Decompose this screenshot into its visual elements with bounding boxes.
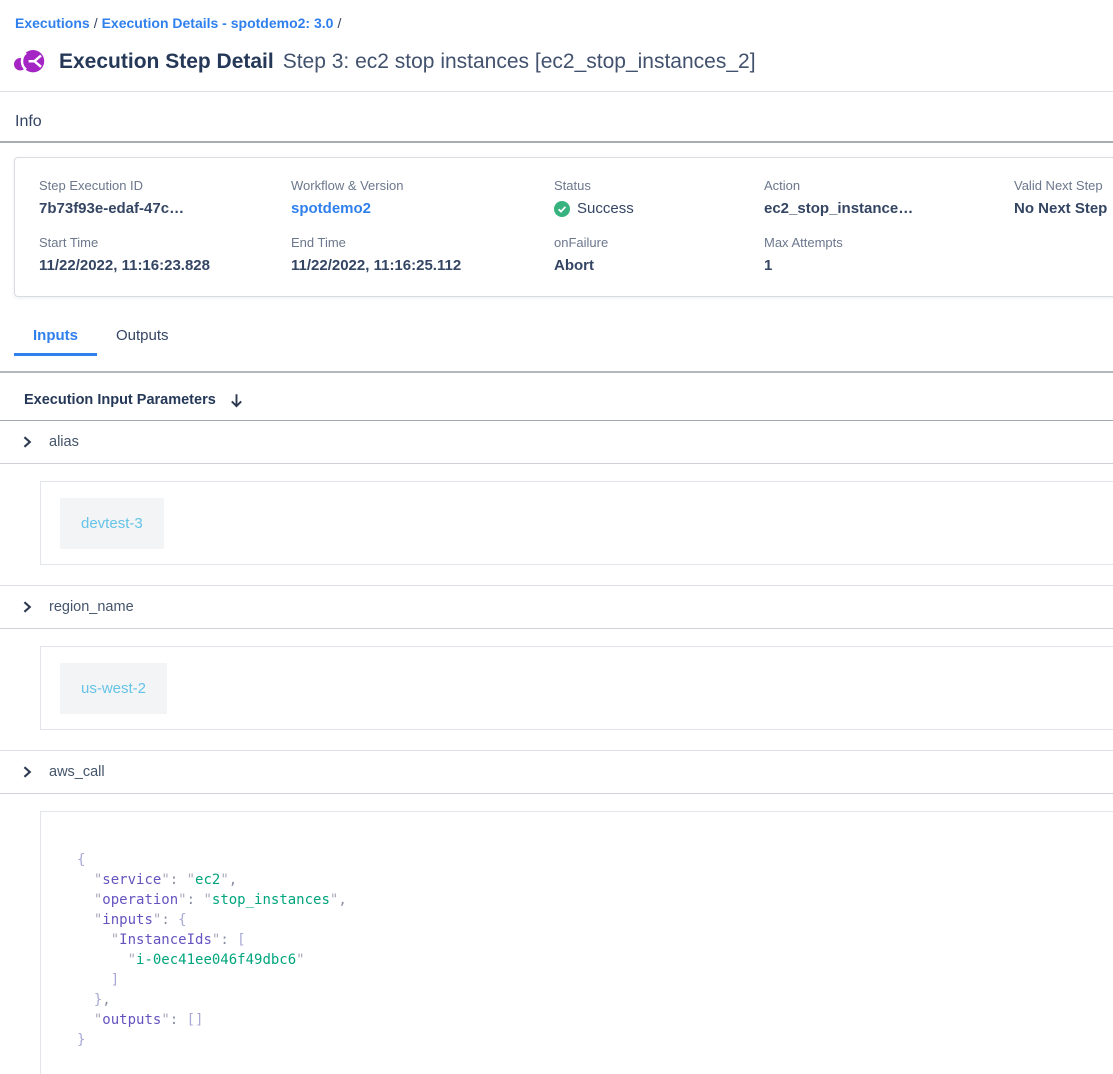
tab-bar: Inputs Outputs	[14, 319, 1113, 356]
info-field-start-time: Start Time 11/22/2022, 11:16:23.828	[39, 235, 291, 274]
info-field-workflow-version: Workflow & Version spotdemo2	[291, 178, 554, 217]
breadcrumb-link-executions[interactable]: Executions	[15, 15, 90, 31]
code-box: { "service": "ec2", "operation": "stop_i…	[40, 811, 1113, 1074]
breadcrumb-link-execution-details[interactable]: Execution Details - spotdemo2: 3.0	[102, 15, 334, 31]
field-value: 11/22/2022, 11:16:25.112	[291, 257, 554, 274]
info-field-max-attempts: Max Attempts 1	[764, 235, 1014, 274]
param-value-aws-call: { "service": "ec2", "operation": "stop_i…	[0, 794, 1113, 1074]
value-box: us-west-2	[40, 646, 1113, 730]
value-box: devtest-3	[40, 481, 1113, 565]
field-value: No Next Step	[1014, 200, 1113, 217]
param-value-region-name: us-west-2	[0, 629, 1113, 750]
execution-input-parameters-label: Execution Input Parameters	[24, 392, 216, 408]
divider	[0, 141, 1113, 143]
page-title-row: Execution Step Detail Step 3: ec2 stop in…	[14, 48, 1113, 76]
param-name: alias	[49, 434, 79, 450]
info-field-step-execution-id: Step Execution ID 7b73f93e-edaf-47c…	[39, 178, 291, 217]
info-field-onfailure: onFailure Abort	[554, 235, 764, 274]
param-name: region_name	[49, 599, 134, 615]
param-section-region-name[interactable]: region_name	[0, 586, 1113, 628]
info-field-end-time: End Time 11/22/2022, 11:16:25.112	[291, 235, 554, 274]
info-card: Step Execution ID 7b73f93e-edaf-47c… Wor…	[14, 157, 1113, 297]
arrow-down-icon[interactable]	[229, 393, 244, 408]
field-value: 7b73f93e-edaf-47c…	[39, 200, 291, 217]
execution-input-parameters-header: Execution Input Parameters	[24, 392, 1113, 408]
tab-outputs[interactable]: Outputs	[97, 319, 188, 356]
page-title-subtitle: Step 3: ec2 stop instances [ec2_stop_ins…	[283, 50, 756, 73]
workflow-logo-icon	[14, 48, 45, 76]
field-label: Step Execution ID	[39, 178, 291, 193]
json-code-block: { "service": "ec2", "operation": "stop_i…	[77, 850, 1113, 1050]
info-field-status: Status Success	[554, 178, 764, 217]
field-value: 1	[764, 257, 1014, 274]
breadcrumb: Executions/Execution Details - spotdemo2…	[15, 15, 1113, 31]
chevron-right-icon[interactable]	[21, 601, 33, 613]
breadcrumb-separator: /	[333, 15, 345, 31]
value-chip: us-west-2	[60, 663, 167, 714]
field-value: Abort	[554, 257, 764, 274]
info-field-valid-next-step: Valid Next Step No Next Step	[1014, 178, 1113, 217]
success-check-icon	[554, 201, 570, 217]
divider	[0, 371, 1113, 373]
param-section-aws-call[interactable]: aws_call	[0, 751, 1113, 793]
param-value-alias: devtest-3	[0, 464, 1113, 585]
field-value: 11/22/2022, 11:16:23.828	[39, 257, 291, 274]
info-section-heading: Info	[15, 113, 1113, 131]
field-label: Status	[554, 178, 764, 193]
param-section-alias[interactable]: alias	[0, 421, 1113, 463]
field-label: End Time	[291, 235, 554, 250]
breadcrumb-separator: /	[90, 15, 102, 31]
workflow-link[interactable]: spotdemo2	[291, 200, 371, 217]
status-badge: Success	[577, 200, 634, 217]
param-name: aws_call	[49, 764, 105, 780]
page-title: Execution Step Detail Step 3: ec2 stop in…	[59, 50, 756, 74]
field-label: Start Time	[39, 235, 291, 250]
chevron-right-icon[interactable]	[21, 766, 33, 778]
chevron-right-icon[interactable]	[21, 436, 33, 448]
field-label: Valid Next Step	[1014, 178, 1113, 193]
divider	[0, 91, 1113, 92]
field-value: ec2_stop_instance…	[764, 200, 1014, 217]
value-chip: devtest-3	[60, 498, 164, 549]
field-label: Workflow & Version	[291, 178, 554, 193]
field-label: Action	[764, 178, 1014, 193]
page-title-main: Execution Step Detail	[59, 50, 274, 73]
info-field-action: Action ec2_stop_instance…	[764, 178, 1014, 217]
tab-inputs[interactable]: Inputs	[14, 319, 97, 356]
field-label: onFailure	[554, 235, 764, 250]
field-label: Max Attempts	[764, 235, 1014, 250]
